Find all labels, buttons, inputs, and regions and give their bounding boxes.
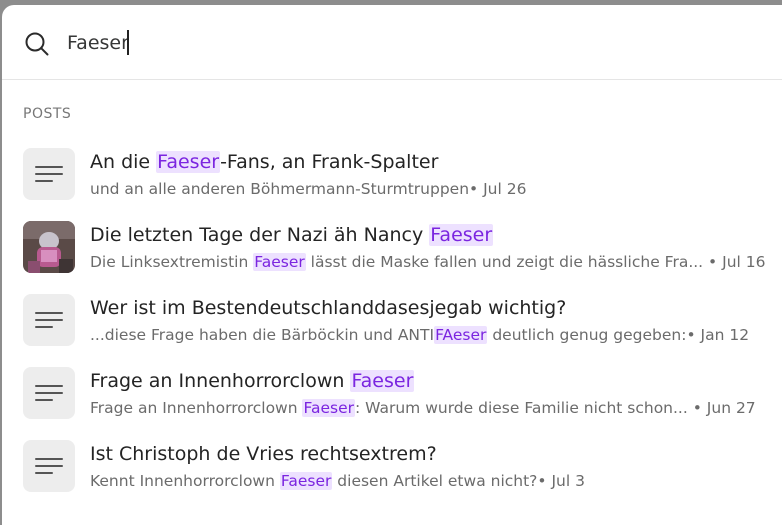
result-row[interactable]: Ist Christoph de Vries rechtsextrem? Ken… bbox=[2, 435, 782, 501]
post-thumbnail bbox=[23, 148, 75, 200]
post-date: • Jul 3 bbox=[537, 472, 585, 490]
result-row[interactable]: Frage an Innenhorrorclown Faeser Frage a… bbox=[2, 362, 782, 428]
text-cursor bbox=[127, 30, 129, 55]
result-row[interactable]: Wer ist im Bestendeutschlanddasesjegab w… bbox=[2, 289, 782, 355]
search-panel: POSTS An die Faeser-Fans, an Frank-Spalt… bbox=[2, 5, 782, 525]
lines-icon bbox=[35, 385, 63, 401]
section-label-posts: POSTS bbox=[23, 106, 72, 122]
lines-icon bbox=[35, 166, 63, 182]
post-thumbnail-image bbox=[23, 221, 75, 273]
post-subtitle: ...diese Frage haben die Bärböckin und A… bbox=[90, 326, 750, 344]
post-thumbnail bbox=[23, 440, 75, 492]
result-row[interactable]: An die Faeser-Fans, an Frank-Spalter und… bbox=[2, 143, 782, 209]
lines-icon bbox=[35, 312, 63, 328]
post-title: Ist Christoph de Vries rechtsextrem? bbox=[90, 443, 437, 465]
post-date: • Jul 16 bbox=[703, 253, 766, 271]
post-title: Wer ist im Bestendeutschlanddasesjegab w… bbox=[90, 297, 567, 319]
post-thumbnail bbox=[23, 367, 75, 419]
post-image bbox=[23, 221, 75, 273]
lines-icon bbox=[35, 458, 63, 474]
search-icon bbox=[24, 31, 50, 57]
post-subtitle: und an alle anderen Böhmermann-Sturmtrup… bbox=[90, 180, 527, 198]
post-subtitle: Die Linksextremistin Faeser lässt die Ma… bbox=[90, 253, 766, 271]
post-title: Frage an Innenhorrorclown Faeser bbox=[90, 370, 415, 392]
post-subtitle: Kennt Innenhorrorclown Faeser diesen Art… bbox=[90, 472, 585, 490]
post-date: • Jun 27 bbox=[687, 399, 756, 417]
post-date: • Jan 12 bbox=[686, 326, 750, 344]
post-subtitle: Frage an Innenhorrorclown Faeser: Warum … bbox=[90, 399, 756, 417]
post-thumbnail bbox=[23, 294, 75, 346]
search-input[interactable] bbox=[67, 29, 567, 57]
search-bar bbox=[2, 5, 782, 80]
result-row[interactable]: Die letzten Tage der Nazi äh Nancy Faese… bbox=[2, 216, 782, 282]
post-title: Die letzten Tage der Nazi äh Nancy Faese… bbox=[90, 224, 494, 246]
post-title: An die Faeser-Fans, an Frank-Spalter bbox=[90, 151, 439, 173]
post-date: • Jul 26 bbox=[469, 180, 527, 198]
